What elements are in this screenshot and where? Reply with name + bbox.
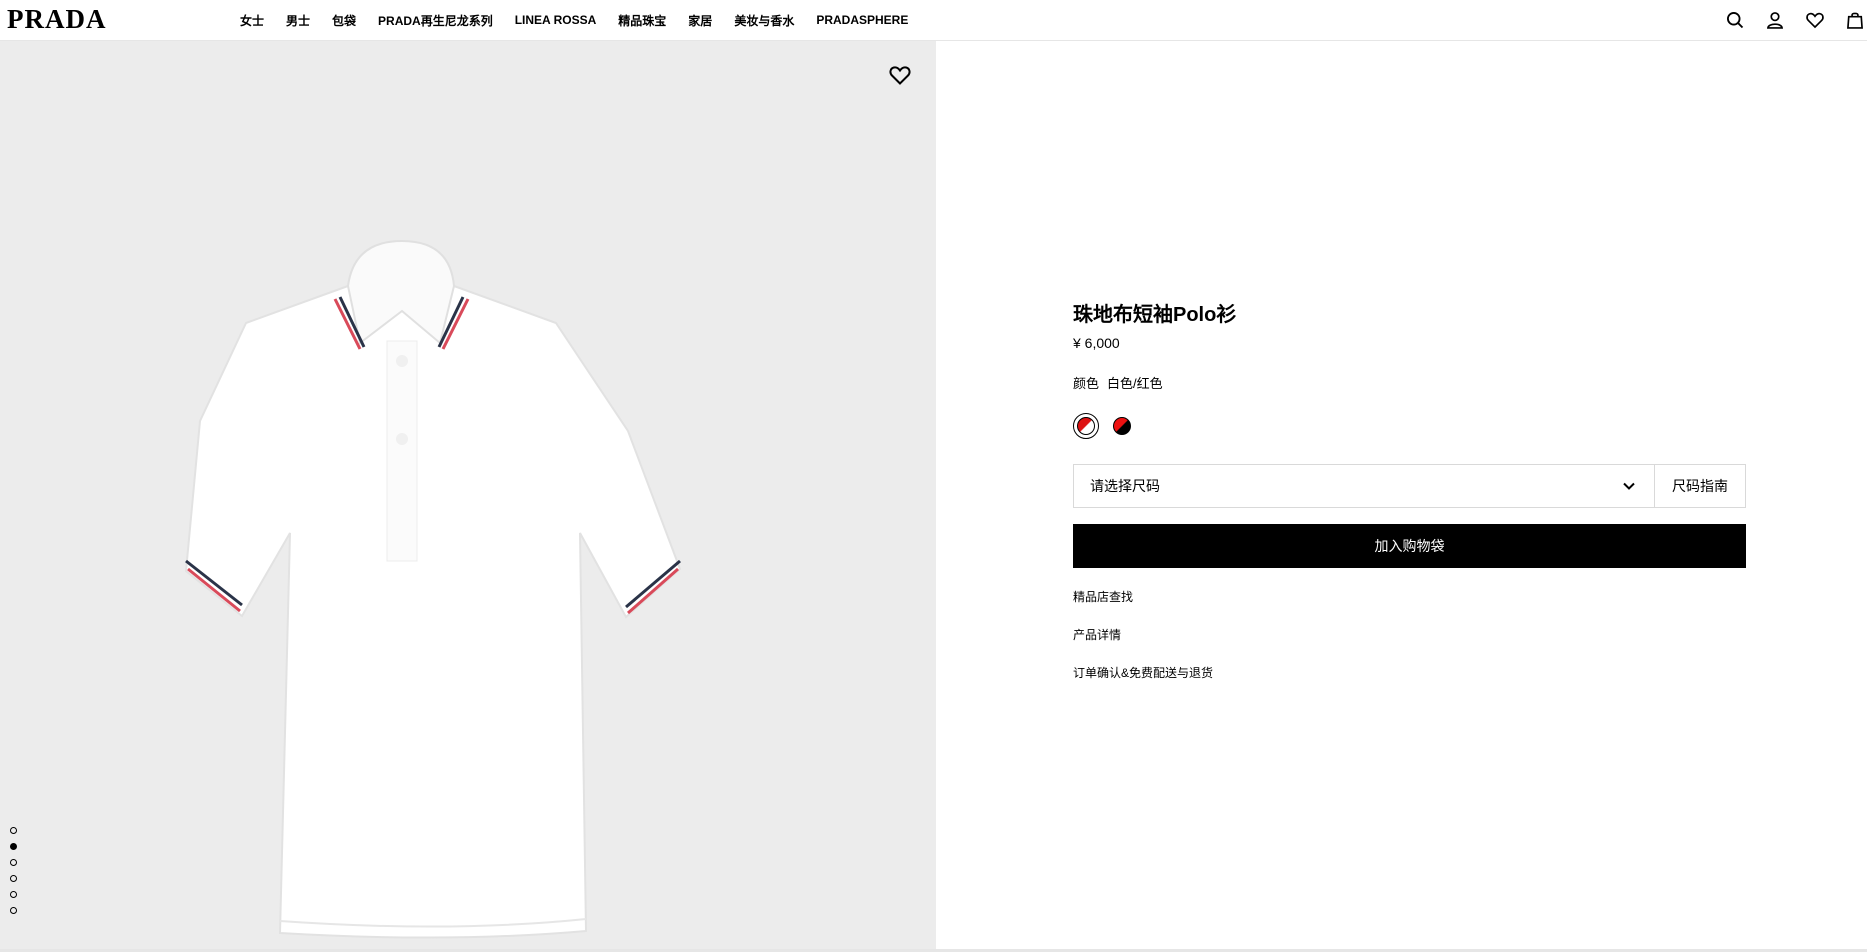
color-swatches: [1073, 412, 1746, 440]
gallery-dot[interactable]: [10, 827, 17, 834]
product-title: 珠地布短袖Polo衫: [1073, 304, 1237, 326]
swatch-chip: [1077, 417, 1095, 435]
shipping-returns-link[interactable]: 订单确认&免费配送与退货: [1073, 664, 1746, 682]
heart-icon[interactable]: [1803, 8, 1827, 32]
add-to-bag-button[interactable]: 加入购物袋: [1073, 524, 1746, 568]
nav-item-men[interactable]: 男士: [286, 12, 310, 29]
nav-item-beauty[interactable]: 美妆与香水: [734, 12, 794, 29]
store-locator-link[interactable]: 精品店查找: [1073, 588, 1746, 606]
nav-item-jewelry[interactable]: 精品珠宝: [618, 12, 666, 29]
nav-item-re-nylon[interactable]: PRADA再生尼龙系列: [378, 12, 493, 29]
nav-item-linea-rossa[interactable]: LINEA ROSSA: [515, 13, 597, 27]
wishlist-heart-icon[interactable]: [888, 63, 912, 87]
nav-item-women[interactable]: 女士: [240, 12, 264, 29]
gallery-dot[interactable]: [10, 891, 17, 898]
product-info: 珠地布短袖Polo衫 ¥ 6,000 颜色 白色/红色 请选择尺码 尺码指南 加入…: [1073, 302, 1746, 682]
size-select[interactable]: 请选择尺码: [1074, 465, 1655, 507]
color-label: 颜色: [1073, 376, 1100, 391]
gallery-dot[interactable]: [10, 843, 17, 850]
site-header: PRADA 女士 男士 包袋 PRADA再生尼龙系列 LINEA ROSSA 精…: [0, 0, 1867, 41]
swatch-red-black[interactable]: [1109, 413, 1135, 439]
size-guide-link[interactable]: 尺码指南: [1655, 465, 1745, 507]
main-nav: 女士 男士 包袋 PRADA再生尼龙系列 LINEA ROSSA 精品珠宝 家居…: [240, 0, 930, 40]
account-icon[interactable]: [1763, 8, 1787, 32]
size-row: 请选择尺码 尺码指南: [1073, 464, 1746, 508]
gallery-dot[interactable]: [10, 875, 17, 882]
gallery-pagination: [10, 827, 17, 923]
nav-item-pradasphere[interactable]: PRADASPHERE: [816, 13, 908, 27]
header-actions: [1707, 0, 1867, 40]
bag-icon[interactable]: [1843, 8, 1867, 32]
swatch-chip: [1113, 417, 1131, 435]
size-select-label: 请选择尺码: [1090, 478, 1160, 494]
chevron-down-icon: [1623, 482, 1635, 490]
gallery-dot[interactable]: [10, 859, 17, 866]
brand-logo[interactable]: PRADA: [7, 4, 107, 34]
gallery-dot[interactable]: [10, 907, 17, 914]
search-icon[interactable]: [1723, 8, 1747, 32]
color-value: 白色/红色: [1107, 376, 1163, 391]
product-details-link[interactable]: 产品详情: [1073, 626, 1746, 644]
nav-item-bags[interactable]: 包袋: [332, 12, 356, 29]
product-gallery: [0, 41, 936, 949]
swatch-white-red[interactable]: [1073, 413, 1099, 439]
nav-item-home[interactable]: 家居: [688, 12, 712, 29]
product-price: ¥ 6,000: [1073, 335, 1120, 351]
color-row: 颜色 白色/红色: [1073, 376, 1746, 392]
product-image: [184, 239, 682, 939]
